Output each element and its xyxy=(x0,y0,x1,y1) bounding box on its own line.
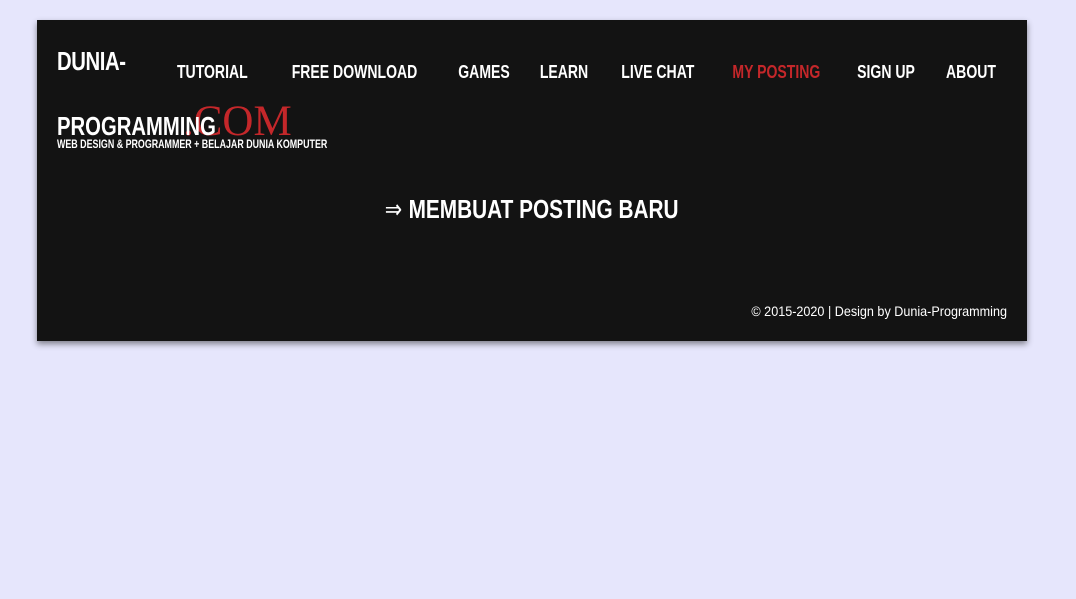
logo-line-2: PROGRAMMING .COM xyxy=(57,100,292,143)
main-nav: TUTORIAL FREE DOWNLOAD GAMES LEARN LIVE … xyxy=(167,62,1003,83)
page-heading: ⇒ MEMBUAT POSTING BARU xyxy=(37,194,1027,225)
site-tagline: WEB DESIGN & PROGRAMMER + BELAJAR DUNIA … xyxy=(57,137,328,151)
page-heading-text: ⇒ MEMBUAT POSTING BARU xyxy=(385,194,679,225)
nav-item-sign-up[interactable]: SIGN UP xyxy=(857,62,915,83)
nav-item-live-chat[interactable]: LIVE CHAT xyxy=(621,62,694,83)
nav-item-games[interactable]: GAMES xyxy=(458,62,509,83)
right-arrow-icon: ⇒ xyxy=(385,194,403,224)
footer-copyright: © 2015-2020 | Design by Dunia-Programmin… xyxy=(751,303,1007,319)
nav-item-free-download[interactable]: FREE DOWNLOAD xyxy=(291,62,417,83)
nav-item-about[interactable]: ABOUT xyxy=(946,62,996,83)
nav-item-tutorial[interactable]: TUTORIAL xyxy=(177,62,248,83)
nav-item-my-posting[interactable]: MY POSTING xyxy=(733,62,821,83)
site-logo[interactable]: DUNIA- PROGRAMMING .COM xyxy=(57,46,292,143)
nav-item-learn[interactable]: LEARN xyxy=(539,62,587,83)
page-title: MEMBUAT POSTING BARU xyxy=(408,194,679,224)
main-panel: DUNIA- PROGRAMMING .COM WEB DESIGN & PRO… xyxy=(37,20,1027,341)
